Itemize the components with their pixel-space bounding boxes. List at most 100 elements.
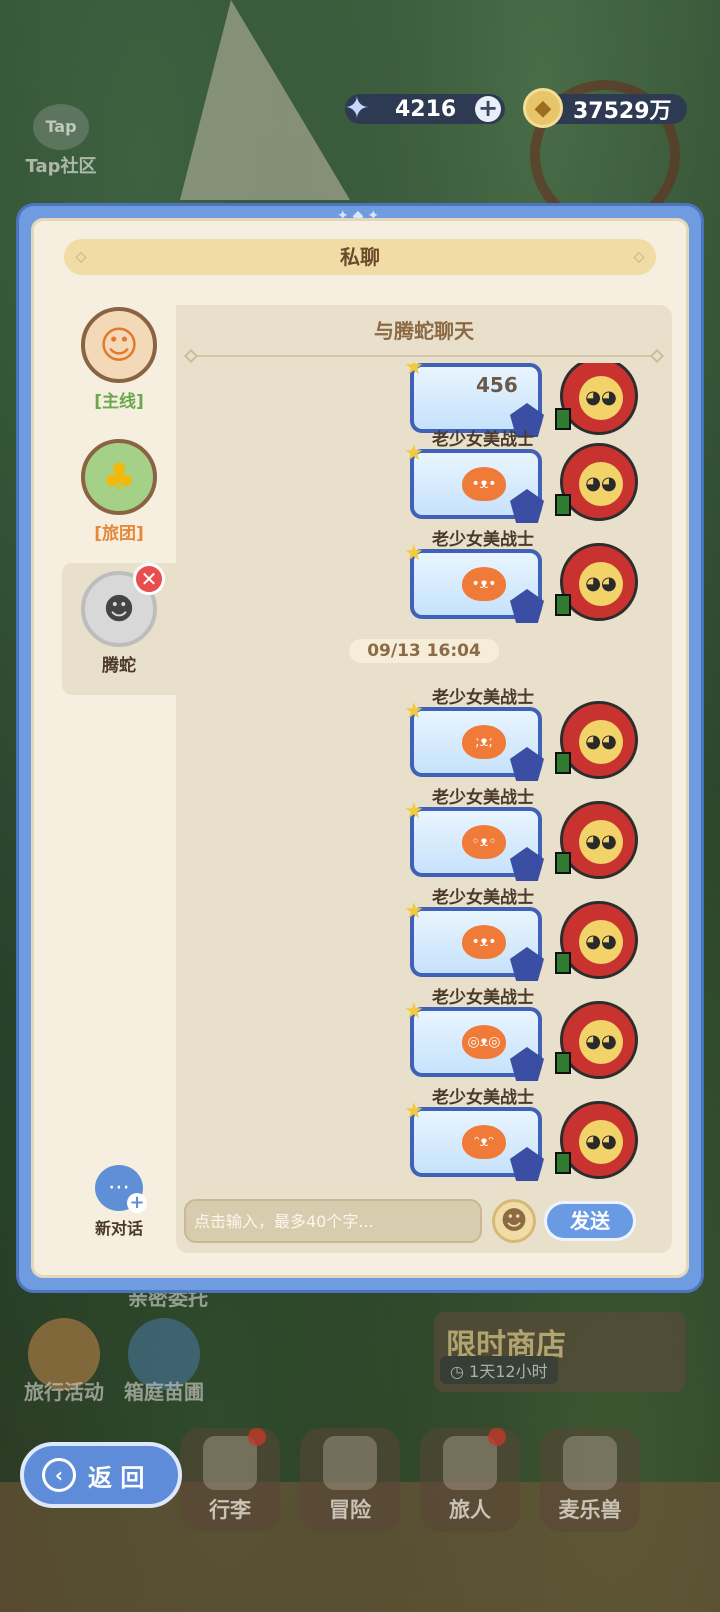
fox-sticker-icon: ;ᴥ;	[462, 725, 506, 759]
sender-name: 老少女美战士	[432, 888, 534, 908]
gold-count: 37529万	[573, 99, 672, 124]
travel-activity-button[interactable]: 旅行活动	[14, 1376, 114, 1405]
crest-icon	[510, 847, 544, 881]
chat-message: 老少女美战士 ;ᴥ; ◕◕	[404, 683, 648, 781]
tap-community-button[interactable]: Tap Tap社区	[18, 104, 104, 178]
tab-pets-label: 麦乐兽	[558, 1498, 622, 1522]
badge-icon	[555, 952, 571, 974]
chat-message: 老少女美战士 •ᴥ• ◕◕	[404, 883, 648, 981]
sender-avatar[interactable]: ◕◕	[555, 701, 638, 779]
dialog-title-banner: ◇ 私聊 ◇	[64, 239, 656, 275]
fox-sticker-icon: ◎ᴥ◎	[462, 1025, 506, 1059]
crest-icon	[510, 747, 544, 781]
send-button[interactable]: 发送	[544, 1201, 636, 1241]
sender-avatar[interactable]: ◕◕	[555, 901, 638, 979]
tab-travelers[interactable]: 旅人	[420, 1428, 520, 1532]
crossed-swords-icon	[323, 1436, 377, 1490]
crest-icon	[510, 947, 544, 981]
crest-icon	[510, 1147, 544, 1181]
dialog-title: 私聊	[340, 245, 380, 269]
fox-sticker-icon: •ᴥ•	[462, 925, 506, 959]
sender-avatar[interactable]: ◕◕	[555, 1001, 638, 1079]
add-gems-button[interactable]: +	[475, 96, 501, 122]
fox-sticker-icon: ᵔᴥᵔ	[462, 1125, 506, 1159]
sender-name: 老少女美战士	[432, 530, 534, 550]
dialog-panel: ◇ 私聊 ◇ ☺ [主线] ♣ [旅团] ☻ ✕ 腾蛇 ⋯ + 新对话 与腾蛇聊…	[31, 218, 689, 1278]
sticker-image: •ᴥ•	[404, 541, 544, 623]
sticker-image: ◎ᴥ◎	[404, 999, 544, 1081]
avatar-face-icon: ◕◕	[579, 1020, 623, 1064]
sticker-image: ᵔᴥᵔ	[404, 1099, 544, 1181]
traveler-icon	[443, 1436, 497, 1490]
notification-dot	[248, 1428, 266, 1446]
avatar-face-icon: ◕◕	[579, 562, 623, 606]
tab-luggage[interactable]: 行李	[180, 1428, 280, 1532]
clock-icon: ◷	[450, 1362, 470, 1381]
badge-icon	[555, 752, 571, 774]
tengshe-avatar: ☻ ✕	[81, 563, 165, 647]
sender-avatar[interactable]: ◕◕	[555, 801, 638, 879]
chat-title: 与腾蛇聊天	[374, 319, 474, 343]
avatar-face-icon: ◕◕	[579, 462, 623, 506]
tab-adventure[interactable]: 冒险	[300, 1428, 400, 1532]
chat-bubble-icon: ⋯ +	[95, 1165, 147, 1213]
sender-name: 老少女美战士	[432, 988, 534, 1008]
chat-divider	[190, 355, 658, 357]
chat-message: 老少女美战士 ◦ᴥ◦ ◕◕	[404, 783, 648, 881]
badge-icon	[555, 1152, 571, 1174]
chat-message-input[interactable]	[184, 1199, 482, 1243]
tab-travelers-label: 旅人	[449, 1498, 491, 1522]
tab-luggage-label: 行李	[209, 1498, 251, 1522]
sidebar-item-label: [主线]	[94, 392, 144, 412]
shop-timer-label: 1天12小时	[469, 1362, 548, 1381]
badge-icon	[555, 494, 571, 516]
plus-icon: +	[127, 1193, 147, 1213]
notification-dot	[488, 1428, 506, 1446]
sidebar-item-label: 腾蛇	[102, 656, 136, 676]
shop-timer: ◷ 1天12小时	[440, 1356, 558, 1384]
sticker-image: ;ᴥ;	[404, 699, 544, 781]
tap-logo-icon: Tap	[33, 104, 89, 150]
avatar-face-icon: ◕◕	[579, 920, 623, 964]
tab-pets[interactable]: 麦乐兽	[540, 1428, 640, 1532]
diamond-icon: ◇	[75, 249, 87, 265]
sender-name: 老少女美战士	[432, 1088, 534, 1108]
gold-coin-icon: ◆	[523, 88, 563, 128]
back-label: 返 回	[88, 1463, 145, 1492]
limited-shop-button[interactable]: 限时商店 ◷ 1天12小时	[434, 1312, 686, 1392]
garden-nursery-button[interactable]: 箱庭苗圃	[114, 1376, 214, 1405]
crest-icon	[510, 489, 544, 523]
emoji-button[interactable]: ☻	[492, 1199, 536, 1243]
sticker-image: ◦ᴥ◦	[404, 799, 544, 881]
sender-name: 老少女美战士	[432, 430, 534, 450]
sticker-image: 456	[404, 363, 544, 437]
new-chat-button[interactable]: ⋯ + 新对话	[62, 1165, 176, 1239]
fox-sticker-icon: ◦ᴥ◦	[462, 825, 506, 859]
fox-sticker-icon: •ᴥ•	[462, 567, 506, 601]
chat-input-bar: ☻ 发送	[184, 1197, 664, 1243]
sidebar-item-tengshe[interactable]: ☻ ✕ 腾蛇	[62, 563, 176, 695]
sender-name: 老少女美战士	[432, 788, 534, 808]
sidebar-item-guild[interactable]: ♣ [旅团]	[62, 431, 176, 563]
back-arrow-icon: ‹	[42, 1458, 76, 1492]
sticker-number: 456	[476, 373, 518, 397]
chat-message: 老少女美战士 ◎ᴥ◎ ◕◕	[404, 983, 648, 1081]
badge-icon	[555, 1052, 571, 1074]
sender-name: 老少女美战士	[432, 688, 534, 708]
sender-avatar[interactable]: ◕◕	[555, 543, 638, 621]
tap-community-label: Tap社区	[25, 156, 97, 177]
new-chat-label: 新对话	[94, 1219, 143, 1238]
diamond-icon: ◇	[633, 249, 645, 265]
close-icon[interactable]: ✕	[133, 563, 165, 595]
gem-count: 4216	[395, 96, 457, 122]
back-button[interactable]: ‹ 返 回	[20, 1442, 182, 1508]
badge-icon	[555, 594, 571, 616]
sidebar-item-main[interactable]: ☺ [主线]	[62, 299, 176, 431]
avatar-face-icon: ◕◕	[579, 720, 623, 764]
avatar-face-icon: ◕◕	[579, 1120, 623, 1164]
crest-icon	[510, 1047, 544, 1081]
sender-avatar[interactable]: ◕◕	[555, 443, 638, 521]
message-list[interactable]: 456 ◕◕ 老少女美战士 •ᴥ• ◕◕ 老少女美战士 •ᴥ• ◕◕ 09/13…	[176, 363, 672, 1187]
avatar-face-icon: ◕◕	[579, 820, 623, 864]
sender-avatar[interactable]: ◕◕	[555, 1101, 638, 1179]
